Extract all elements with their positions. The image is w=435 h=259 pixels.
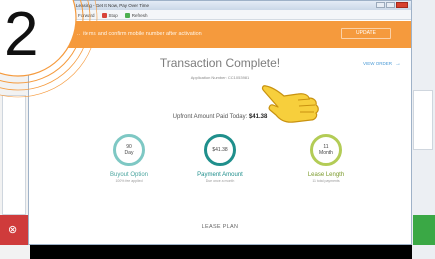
update-button[interactable]: UPDATE [341, 28, 391, 39]
maximize-button[interactable] [386, 2, 395, 8]
stat-value: $41.38 [212, 147, 228, 153]
lease-plan-heading: LEASE PLAN [201, 224, 239, 230]
refresh-button[interactable]: Refresh [124, 12, 148, 19]
background-panel-left [2, 95, 26, 215]
stat-ring: 11 Month [310, 134, 342, 166]
buyout-option-stat: 90 Day Buyout Option 100% fee applied [89, 134, 169, 183]
arrow-right-icon: → [395, 61, 401, 67]
stat-unit: Month [319, 150, 333, 156]
stat-label: Payment Amount [197, 172, 243, 178]
upfront-paid: Upfront Amount Paid Today: $41.38 [29, 114, 411, 120]
stat-label: Buyout Option [109, 172, 149, 178]
background-green-button [413, 215, 435, 245]
close-button[interactable] [396, 2, 408, 8]
pointing-hand-icon [261, 85, 319, 123]
refresh-label: Refresh [131, 13, 148, 18]
application-number-value: CC1053981 [227, 75, 250, 80]
step-number: 2 [4, 0, 39, 69]
stat-sub: 11 total payments [312, 179, 340, 183]
stat-unit: Day [124, 150, 134, 156]
stat-ring: 90 Day [113, 134, 145, 166]
view-order-label: VIEW ORDER [362, 61, 392, 66]
stat-ring: $41.38 [204, 134, 236, 166]
background-panel-right [413, 90, 433, 150]
upfront-label: Upfront Amount Paid Today: [172, 114, 248, 120]
lease-length-stat: 11 Month Lease Length 11 total payments [286, 134, 366, 183]
stat-label: Lease Length [307, 172, 345, 178]
application-number-label: Application Number [190, 75, 226, 80]
stat-sub: Due once a month [205, 179, 235, 183]
background-red-button: ⊗ [0, 215, 28, 245]
refresh-icon [124, 13, 130, 18]
payment-amount-stat: $41.38 Payment Amount Due once a month [180, 134, 260, 183]
stat-sub: 100% fee applied [115, 179, 143, 183]
minimize-button[interactable] [376, 2, 385, 8]
view-order-link[interactable]: VIEW ORDER → [363, 61, 401, 67]
